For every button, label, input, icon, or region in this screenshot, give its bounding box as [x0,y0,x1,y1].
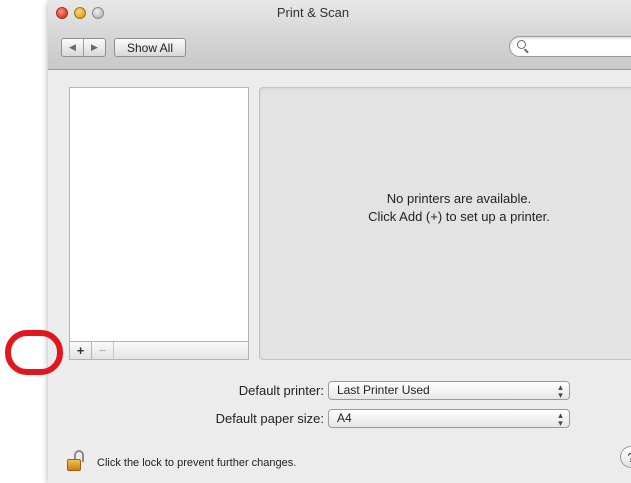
window-title: Print & Scan [276,5,350,20]
empty-state-message: No printers are available. Click Add (+)… [260,190,631,226]
title-bar: Print & Scan ◀ ▶ Show All [48,0,631,70]
back-forward-control: ◀ ▶ [61,38,106,57]
lock-icon[interactable] [67,450,85,472]
default-printer-row: Default printer: Last Printer Used ▴ ▾ [48,381,631,401]
help-button[interactable]: ? [620,446,631,468]
default-printer-label: Default printer: [238,383,324,398]
highlight-circle-annotation [5,330,63,375]
paper-size-row: Default paper size: A4 ▴ ▾ [48,409,631,429]
empty-state-line2: Click Add (+) to set up a printer. [368,209,550,224]
printer-detail-pane: No printers are available. Click Add (+)… [259,87,631,360]
paper-size-value: A4 [337,411,352,425]
paper-size-label: Default paper size: [215,411,324,426]
popup-arrows-icon: ▴ ▾ [558,382,563,400]
add-printer-button[interactable]: + [70,342,92,359]
search-icon [517,40,526,49]
show-all-button[interactable]: Show All [114,38,186,57]
forward-button[interactable]: ▶ [83,39,105,56]
lock-message: Click the lock to prevent further change… [97,457,297,469]
preferences-window: Print & Scan ◀ ▶ Show All + − No printer… [48,0,631,483]
printer-list[interactable] [69,87,249,359]
empty-state-line1: No printers are available. [386,191,532,206]
popup-arrows-icon: ▴ ▾ [558,410,563,428]
default-printer-value: Last Printer Used [337,383,430,397]
back-button[interactable]: ◀ [62,39,83,56]
printer-list-toolbar: + − [69,341,249,360]
default-printer-select[interactable]: Last Printer Used ▴ ▾ [328,381,570,400]
remove-printer-button[interactable]: − [92,342,114,359]
paper-size-select[interactable]: A4 ▴ ▾ [328,409,570,428]
search-field[interactable] [509,36,631,57]
